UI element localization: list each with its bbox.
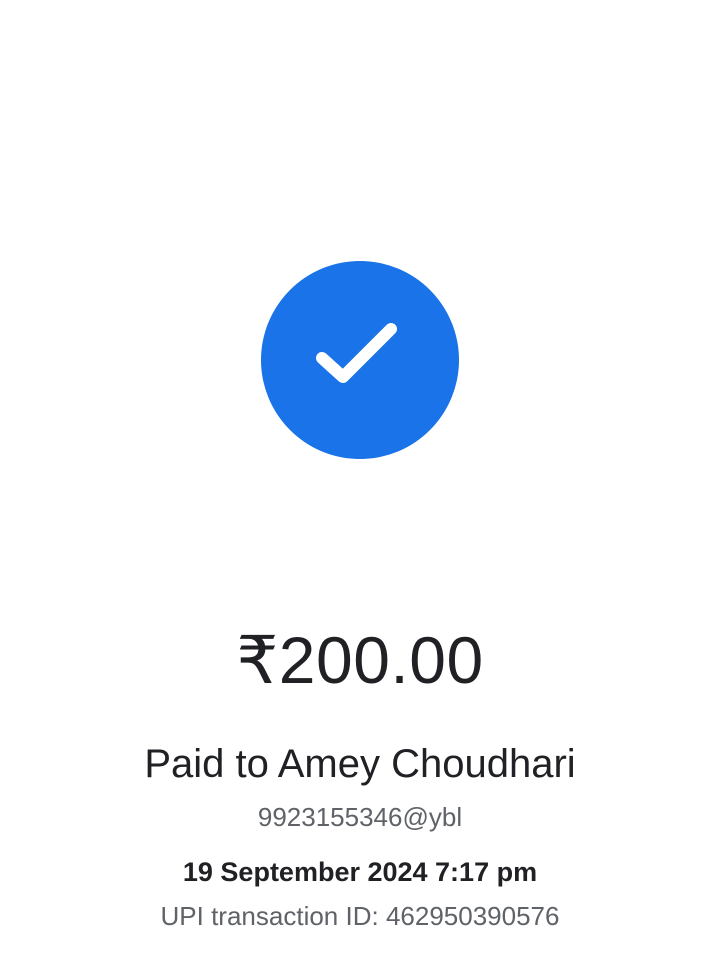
- transaction-id-row: UPI transaction ID: 462950390576: [0, 898, 720, 934]
- check-icon: [316, 323, 397, 383]
- payment-amount: ₹200.00: [236, 623, 484, 697]
- payment-success-badge: [261, 261, 459, 459]
- recipient-name: Paid to Amey Choudhari: [144, 742, 576, 786]
- transaction-id-value: 462950390576: [385, 901, 560, 931]
- transaction-id-label: UPI transaction ID:: [160, 901, 379, 931]
- payment-datetime: 19 September 2024 7:17 pm: [182, 857, 538, 887]
- recipient-upi-id: 9923155346@ybl: [257, 802, 463, 832]
